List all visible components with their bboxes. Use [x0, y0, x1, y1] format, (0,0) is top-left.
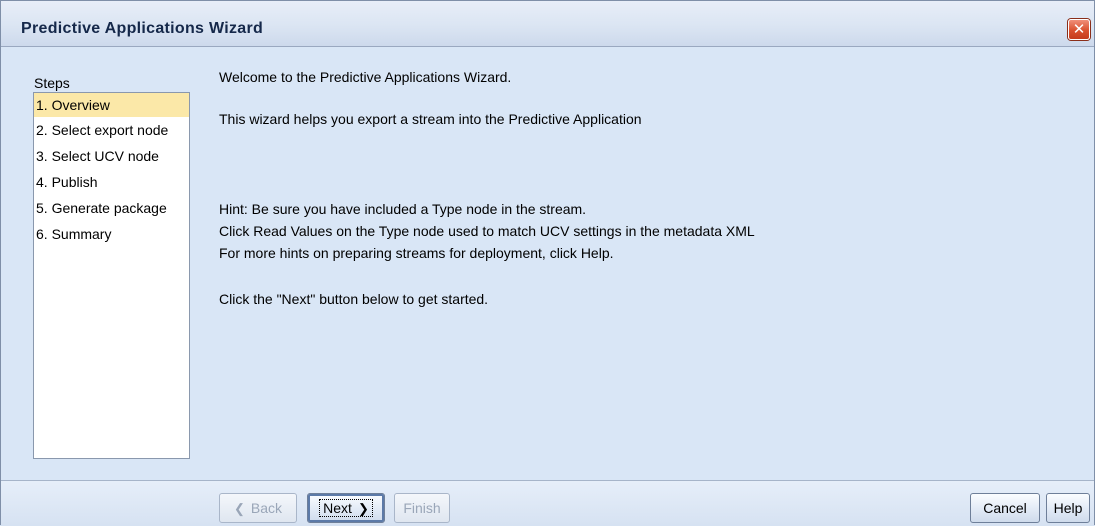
back-label: Back — [250, 500, 283, 516]
close-icon: ✕ — [1072, 20, 1086, 38]
steps-list[interactable]: 1. Overview 2. Select export node 3. Sel… — [33, 92, 190, 459]
cancel-button[interactable]: Cancel — [970, 493, 1040, 523]
next-focus-frame: Next ❯ — [319, 499, 373, 517]
hint-type-node: Hint: Be sure you have included a Type n… — [219, 201, 587, 217]
arrow-right-icon: ❯ — [357, 501, 369, 516]
step-item-generate-package[interactable]: 5. Generate package — [34, 195, 189, 221]
welcome-text: Welcome to the Predictive Applications W… — [219, 69, 512, 85]
step-item-select-ucv-node[interactable]: 3. Select UCV node — [34, 143, 189, 169]
help-button[interactable]: Help — [1046, 493, 1090, 523]
step-item-overview[interactable]: 1. Overview — [34, 93, 189, 117]
step-item-select-export-node[interactable]: 2. Select export node — [34, 117, 189, 143]
hint-read-values: Click Read Values on the Type node used … — [219, 223, 755, 239]
get-started-text: Click the "Next" button below to get sta… — [219, 291, 489, 307]
finish-button[interactable]: Finish — [394, 493, 450, 523]
intro-text: This wizard helps you export a stream in… — [219, 111, 642, 127]
step-item-summary[interactable]: 6. Summary — [34, 221, 189, 247]
arrow-left-icon: ❮ — [233, 501, 245, 516]
wizard-window: Predictive Applications Wizard ✕ Steps 1… — [0, 0, 1095, 526]
hint-help: For more hints on preparing streams for … — [219, 245, 614, 261]
title-bar[interactable]: Predictive Applications Wizard ✕ — [1, 1, 1094, 47]
button-bar: ❮ Back Next ❯ Finish Cancel Help — [1, 480, 1094, 526]
wizard-content: Steps 1. Overview 2. Select export node … — [1, 47, 1094, 480]
next-button[interactable]: Next ❯ — [307, 493, 385, 523]
steps-label: Steps — [34, 75, 70, 91]
back-button[interactable]: ❮ Back — [219, 493, 297, 523]
window-title: Predictive Applications Wizard — [21, 20, 264, 37]
step-item-publish[interactable]: 4. Publish — [34, 169, 189, 195]
close-button[interactable]: ✕ — [1068, 19, 1090, 40]
next-label: Next — [323, 500, 352, 516]
